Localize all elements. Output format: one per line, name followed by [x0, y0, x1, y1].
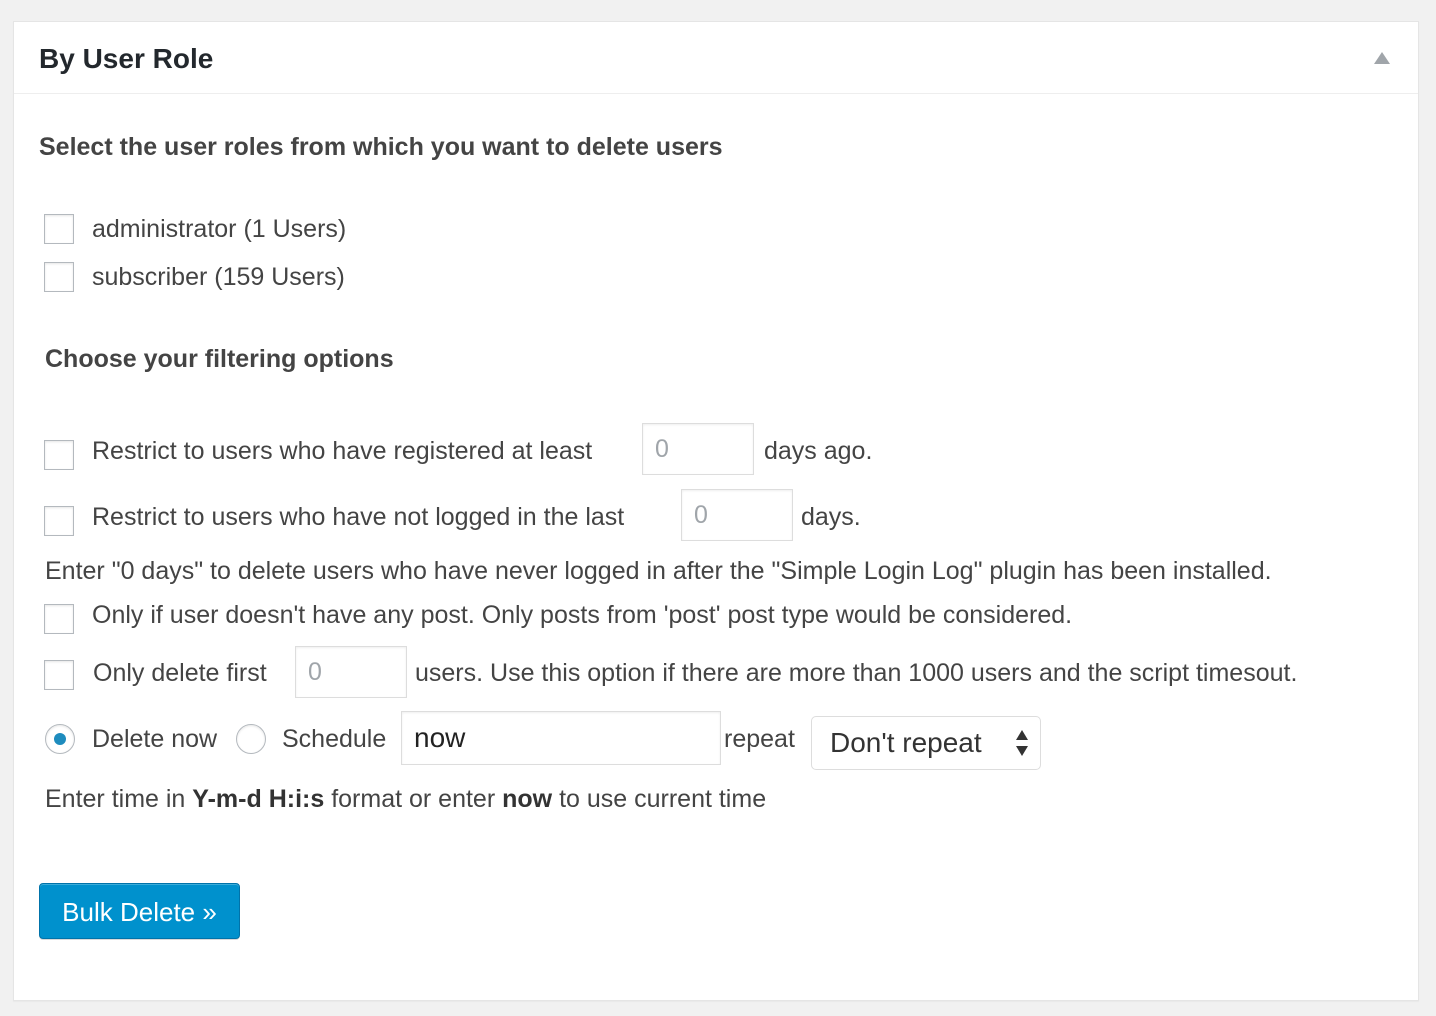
panel-title: By User Role	[39, 43, 214, 74]
select-arrows-icon	[1016, 730, 1028, 758]
login-note: Enter "0 days" to delete users who have …	[45, 557, 1272, 585]
registered-suffix: days ago.	[764, 437, 873, 465]
not-logged-checkbox[interactable]	[44, 506, 74, 536]
schedule-time-input[interactable]	[401, 711, 721, 765]
no-post-label: Only if user doesn't have any post. Only…	[92, 601, 1073, 629]
repeat-select[interactable]: Don't repeat	[811, 716, 1041, 770]
triangle-up-icon[interactable]	[1374, 52, 1390, 64]
not-logged-label: Restrict to users who have not logged in…	[92, 503, 625, 531]
role-checkbox-subscriber[interactable]	[44, 262, 74, 292]
role-label-subscriber: subscriber (159 Users)	[92, 263, 345, 291]
filters-heading: Choose your filtering options	[45, 345, 394, 373]
schedule-label: Schedule	[282, 725, 387, 753]
panel-header: By User Role	[14, 22, 1418, 94]
limit-count-input[interactable]	[295, 646, 407, 698]
limit-checkbox[interactable]	[44, 660, 74, 690]
registered-checkbox[interactable]	[44, 440, 74, 470]
limit-suffix: users. Use this option if there are more…	[415, 659, 1298, 687]
not-logged-suffix: days.	[801, 503, 861, 531]
delete-now-radio[interactable]	[45, 724, 75, 754]
limit-label: Only delete first	[93, 659, 267, 687]
repeat-label: repeat	[724, 725, 795, 753]
roles-heading: Select the user roles from which you wan…	[39, 133, 723, 161]
time-format-note: Enter time in Y-m-d H:i:s format or ente…	[45, 785, 767, 813]
no-post-checkbox[interactable]	[44, 604, 74, 634]
by-user-role-panel: By User Role Select the user roles from …	[13, 21, 1419, 1001]
repeat-select-value: Don't repeat	[830, 727, 982, 758]
registered-days-input[interactable]	[642, 423, 754, 475]
bulk-delete-button[interactable]: Bulk Delete »	[39, 883, 240, 939]
registered-label: Restrict to users who have registered at…	[92, 437, 593, 465]
delete-now-label: Delete now	[92, 725, 218, 753]
not-logged-days-input[interactable]	[681, 489, 793, 541]
schedule-radio[interactable]	[236, 724, 266, 754]
role-label-administrator: administrator (1 Users)	[92, 215, 347, 243]
role-checkbox-administrator[interactable]	[44, 214, 74, 244]
